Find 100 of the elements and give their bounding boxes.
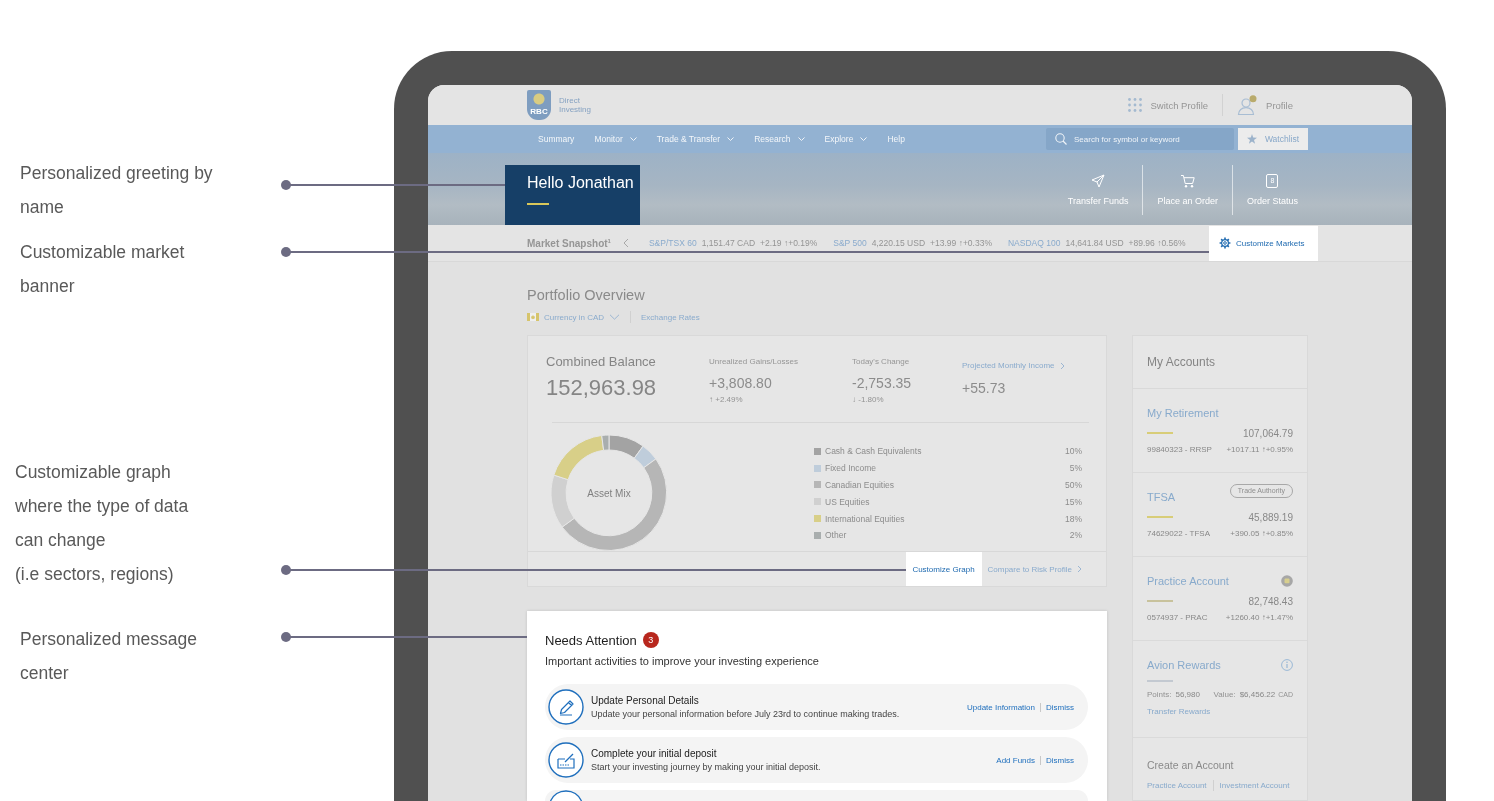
nav-item[interactable]: Monitor [594, 134, 637, 144]
legend-value: 2% [1069, 530, 1082, 541]
page-title: Portfolio Overview [527, 287, 646, 303]
income-link[interactable]: Projected Monthly Income [962, 361, 1065, 371]
action-link[interactable]: Update Information [966, 702, 1035, 712]
info-icon[interactable] [1281, 659, 1293, 671]
watchlist-button[interactable]: Watchlist [1238, 128, 1308, 150]
customize-graph-button[interactable]: Customize Graph [905, 552, 982, 586]
index-change: +89.96 ↑0.56% [1128, 238, 1186, 248]
compare-link[interactable]: Compare to Risk Profile [987, 552, 1082, 586]
legend-label: Fixed Income [825, 463, 877, 474]
account-balance: 107,064.79 [1242, 427, 1293, 439]
caret-icon [629, 137, 637, 141]
pencil-icon [548, 689, 584, 725]
account-change: +1260.40 ↑+1.47% [1225, 612, 1293, 622]
chart-title: Asset Mix [587, 487, 631, 499]
index-change: +2.19 ↑+0.19% [760, 238, 818, 248]
legend-label: Cash & Cash Equivalents [825, 446, 922, 457]
action-link[interactable]: Dismiss [1046, 702, 1074, 712]
legend-label: International Equities [825, 513, 905, 524]
emblem-icon [1281, 575, 1293, 587]
stat-change: ↓ -1.80% [852, 395, 885, 405]
account-number: 0574937 - PRAC [1147, 612, 1208, 622]
legend-value: 5% [1069, 463, 1082, 474]
nav-item[interactable]: Trade & Transfer [656, 134, 735, 144]
account-link[interactable]: TFSA [1147, 490, 1176, 504]
stat-value: -2,753.35 [852, 374, 913, 392]
index-price: 4,220.15 USD [871, 238, 926, 248]
count-badge: 3 [642, 632, 659, 648]
index-price: 1,151.47 CAD [701, 238, 756, 248]
account-link[interactable]: Avion Rewards [1147, 658, 1221, 672]
message-title: Update Personal Details [591, 693, 700, 707]
customize-markets-button[interactable]: Customize Markets [1209, 225, 1318, 261]
switch-profile-button[interactable]: Switch Profile [1127, 94, 1224, 116]
search-icon [1055, 133, 1067, 145]
action-button[interactable]: Place an Order [1142, 165, 1232, 215]
exchange-rates-link[interactable]: Exchange Rates [641, 312, 700, 322]
card-subtitle: Important activities to improve your investing experience [545, 654, 820, 668]
nav-item[interactable]: Explore [824, 134, 868, 144]
chevron-left-icon[interactable] [622, 238, 629, 248]
stat-value: +55.73 [962, 379, 1007, 397]
card-title: My Accounts [1133, 336, 1307, 389]
message-text: Start your investing journey by making your initial deposit. [591, 760, 822, 774]
stat-value: 152,963.98 [546, 375, 658, 401]
create-account-link[interactable]: Investment Account [1219, 781, 1290, 790]
account-change: +390.05 ↑+0.85% [1230, 528, 1293, 538]
account-link[interactable]: Practice Account [1147, 574, 1229, 588]
action-button[interactable]: Transfer Funds [1053, 165, 1143, 215]
value-label: Value: [1213, 690, 1236, 699]
legend-label: Other [825, 530, 847, 541]
cart-icon [1180, 174, 1196, 188]
message-title: Complete your initial deposit [591, 746, 718, 760]
star-icon [1246, 134, 1257, 144]
section-title: Create an Account [1147, 758, 1235, 772]
account-balance: 82,748.43 [1248, 595, 1293, 607]
chevron-right-icon [1077, 565, 1082, 573]
nav-item[interactable]: Research [754, 134, 805, 144]
legend-label: US Equities [825, 496, 870, 507]
stat-label: Today's Change [852, 357, 911, 367]
greeting-text: Hello Jonathan [527, 173, 634, 193]
create-account-link[interactable]: Practice Account [1147, 781, 1207, 790]
stat-change: ↑ +2.49% [709, 395, 744, 405]
account-link[interactable]: My Retirement [1147, 406, 1219, 420]
paper-plane-icon [1091, 174, 1106, 188]
nav-item[interactable]: Summary [538, 134, 575, 144]
section-title: Market Snapshot$^{1}$ [527, 237, 611, 249]
flag-icon [527, 313, 539, 321]
action-link[interactable]: Dismiss [1046, 755, 1074, 765]
account-change: +1017.11 ↑+0.95% [1226, 444, 1293, 454]
annotation-text: Personalized greeting by name [20, 162, 213, 219]
annotation-text: Customizable graph where the type of data can change (i.e sectors, regions) [15, 461, 189, 586]
transfer-rewards-link[interactable]: Transfer Rewards [1147, 707, 1293, 716]
legend-value: 15% [1065, 496, 1082, 507]
index-link[interactable]: S&P 500 [833, 238, 867, 248]
caret-icon [860, 137, 868, 141]
legend-value: 50% [1065, 480, 1082, 490]
search-field[interactable]: Search for symbol or keyword [1046, 128, 1234, 150]
chevron-right-icon [1059, 362, 1065, 370]
index-link[interactable]: S&P/TSX 60 [648, 238, 697, 248]
nav-item[interactable]: Help [887, 134, 905, 144]
account-number: 74629022 - TFSA [1147, 528, 1210, 538]
currency-dropdown[interactable]: Currency in CAD [544, 312, 620, 322]
caret-icon [727, 137, 735, 141]
legend-value: 10% [1065, 446, 1082, 457]
profile-button[interactable]: Profile [1237, 95, 1293, 115]
account-number: 99840323 - RRSP [1147, 444, 1212, 454]
chevron-down-icon [609, 314, 620, 320]
action-link[interactable]: Add Funds [996, 755, 1035, 765]
points-value: 56,980 [1175, 690, 1200, 699]
index-change: +13.99 ↑+0.33% [930, 238, 992, 248]
card-title: Needs Attention [545, 632, 637, 648]
index-link[interactable]: NASDAQ 100 [1007, 238, 1061, 248]
stat-label: Unrealized Gains/Losses [709, 357, 799, 367]
accent-dash-icon [527, 203, 549, 205]
cheque-icon [548, 742, 584, 778]
settings-icon [1219, 237, 1231, 249]
index-price: 14,641.84 USD [1065, 238, 1124, 248]
stat-value: +3,808.80 [709, 374, 773, 392]
rewards-value: $6,456.22 [1239, 690, 1276, 699]
message-text: Update your personal information before July 23rd to continue making trades. [591, 707, 901, 721]
